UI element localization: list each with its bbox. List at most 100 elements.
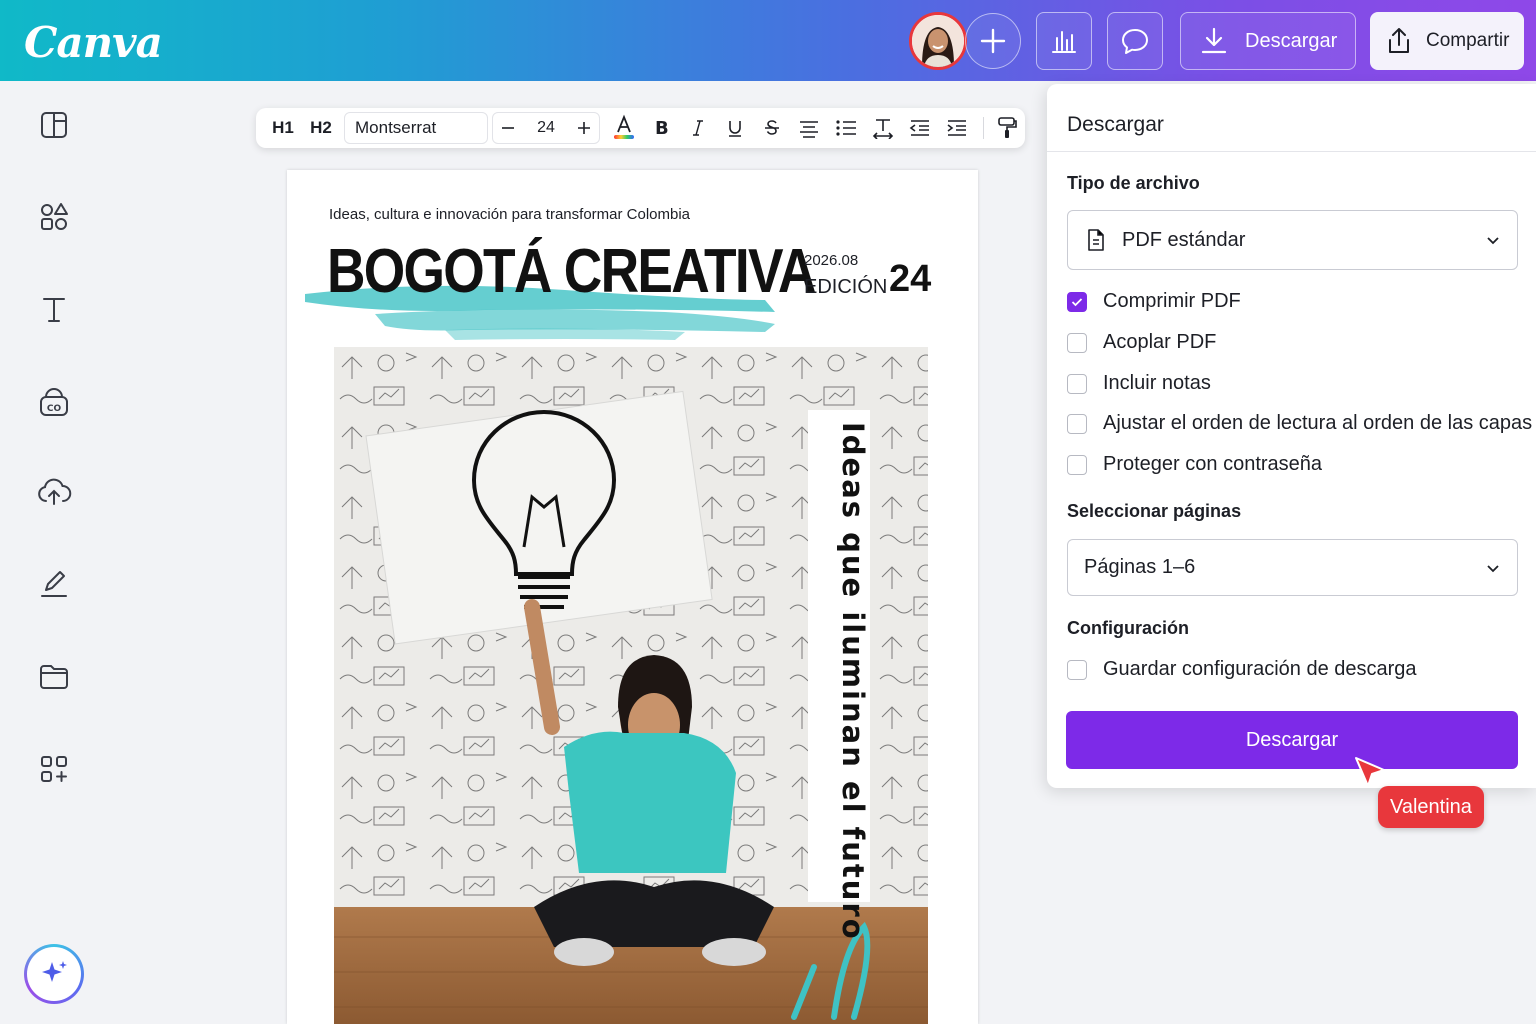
italic-button[interactable] — [679, 113, 716, 143]
underline-icon — [728, 121, 741, 137]
option-label: Incluir notas — [1103, 372, 1211, 394]
notes-checkbox[interactable] — [1067, 373, 1087, 394]
paint-roller-icon — [998, 117, 1017, 138]
bold-icon: B — [655, 118, 669, 138]
brand-icon[interactable]: CO — [36, 385, 72, 421]
text-icon[interactable] — [36, 291, 72, 327]
italic-icon — [692, 120, 703, 136]
align-center-button[interactable] — [790, 113, 827, 143]
pages-label: Seleccionar páginas — [1067, 501, 1242, 521]
download-label: Descargar — [1245, 29, 1338, 52]
option-save-config[interactable]: Guardar configuración de descarga — [1067, 658, 1417, 681]
file-type-label: Tipo de archivo — [1067, 173, 1200, 193]
text-color-icon — [614, 114, 634, 139]
option-password[interactable]: Proteger con contraseña — [1067, 453, 1322, 476]
text-color-button[interactable] — [606, 113, 642, 143]
chart-icon — [1052, 31, 1076, 53]
comment-icon — [1122, 29, 1148, 54]
copy-style-button[interactable] — [992, 113, 1022, 143]
heading1-button[interactable]: H1 — [264, 113, 302, 143]
chevron-down-icon — [1487, 237, 1499, 245]
projects-icon[interactable] — [36, 659, 72, 695]
align-center-icon — [799, 121, 818, 138]
pages-select[interactable]: Páginas 1–6 — [1067, 539, 1518, 596]
apps-icon[interactable] — [36, 751, 72, 787]
plus-icon[interactable] — [575, 119, 593, 137]
font-size-stepper[interactable]: 24 — [492, 112, 600, 144]
letter-spacing-icon — [872, 119, 893, 139]
config-label: Configuración — [1067, 618, 1189, 638]
font-select[interactable]: Montserrat — [344, 112, 488, 144]
option-include-notes[interactable]: Incluir notas — [1067, 372, 1211, 395]
outdent-icon — [909, 120, 929, 136]
option-flatten[interactable]: Acoplar PDF — [1067, 331, 1216, 354]
magazine-title[interactable]: BOGOTÁ CREATIVA — [327, 236, 816, 307]
font-name: Montserrat — [355, 118, 437, 137]
check-icon — [1071, 297, 1083, 306]
spacing-button[interactable] — [864, 113, 901, 143]
layout-icon[interactable] — [36, 107, 72, 143]
indent-button[interactable] — [938, 113, 975, 143]
option-reading-order[interactable]: Ajustar el orden de lectura al orden de … — [1067, 412, 1532, 435]
edition-label[interactable]: EDICIÓN — [804, 276, 887, 299]
share-label: Compartir — [1426, 30, 1510, 51]
svg-text:CO: CO — [47, 404, 62, 414]
indent-icon — [947, 120, 966, 136]
heading1-label: H1 — [272, 118, 294, 137]
comments-button[interactable] — [1107, 12, 1163, 70]
share-button[interactable]: Compartir — [1370, 12, 1524, 70]
option-label: Acoplar PDF — [1103, 331, 1217, 353]
left-sidebar: CO — [0, 81, 110, 1024]
magic-assistant-button[interactable] — [24, 944, 84, 1004]
download-panel: Descargar Tipo de archivo PDF estándar C… — [1047, 84, 1536, 788]
panel-title: Descargar — [1067, 113, 1164, 136]
file-type-value: PDF estándar — [1122, 228, 1246, 251]
flatten-checkbox[interactable] — [1067, 332, 1087, 353]
text-toolbar: H1 H2 Montserrat 24 B — [256, 108, 1025, 148]
font-size-value[interactable]: 24 — [537, 119, 555, 137]
user-avatar[interactable] — [909, 12, 967, 70]
canva-logo[interactable]: Canva — [24, 18, 163, 67]
bold-button[interactable]: B — [642, 113, 679, 143]
compress-checkbox[interactable] — [1067, 291, 1087, 312]
elements-icon[interactable] — [36, 199, 72, 235]
topbar-download-button[interactable]: Descargar — [1180, 12, 1356, 70]
share-icon — [1389, 28, 1409, 53]
sparkle-icon — [42, 961, 67, 982]
minus-icon[interactable] — [499, 119, 517, 137]
edition-date[interactable]: 2026.08 — [804, 252, 858, 269]
panel-divider — [1047, 151, 1536, 152]
underline-button[interactable] — [716, 113, 753, 143]
heading2-button[interactable]: H2 — [302, 113, 340, 143]
option-compress[interactable]: Comprimir PDF — [1067, 290, 1241, 313]
page-tagline[interactable]: Ideas, cultura e innovación para transfo… — [329, 206, 690, 223]
add-collaborator-button[interactable] — [965, 13, 1021, 69]
insights-button[interactable] — [1036, 12, 1092, 70]
password-checkbox[interactable] — [1067, 454, 1087, 475]
bullet-list-icon — [835, 120, 856, 136]
save-config-checkbox[interactable] — [1067, 659, 1087, 680]
collaborator-name-tag: Valentina — [1378, 786, 1484, 828]
option-label: Proteger con contraseña — [1103, 453, 1323, 475]
turquoise-doodle — [791, 921, 871, 1020]
design-page[interactable]: Ideas, cultura e innovación para transfo… — [287, 170, 978, 1024]
document-icon — [1088, 229, 1104, 251]
uploads-icon[interactable] — [36, 474, 72, 510]
vertical-headline[interactable]: Ideas que iluminan el futuro — [836, 422, 870, 941]
svg-text:B: B — [655, 118, 669, 138]
list-button[interactable] — [827, 113, 864, 143]
reading-order-checkbox[interactable] — [1067, 413, 1087, 434]
collaborator-cursor-icon — [1355, 757, 1385, 787]
chevron-down-icon — [1487, 564, 1499, 572]
edition-number[interactable]: 24 — [889, 258, 931, 301]
file-type-select[interactable]: PDF estándar — [1067, 210, 1518, 270]
option-label: Ajustar el orden de lectura al orden de … — [1103, 412, 1533, 434]
plus-icon — [980, 28, 1006, 54]
heading2-label: H2 — [310, 118, 332, 137]
save-config-text: Guardar configuración de descarga — [1103, 658, 1417, 680]
pages-value: Páginas 1–6 — [1084, 556, 1196, 578]
outdent-button[interactable] — [901, 113, 938, 143]
strikethrough-button[interactable] — [753, 113, 790, 143]
download-button[interactable]: Descargar — [1066, 711, 1518, 769]
draw-icon[interactable] — [36, 566, 72, 602]
